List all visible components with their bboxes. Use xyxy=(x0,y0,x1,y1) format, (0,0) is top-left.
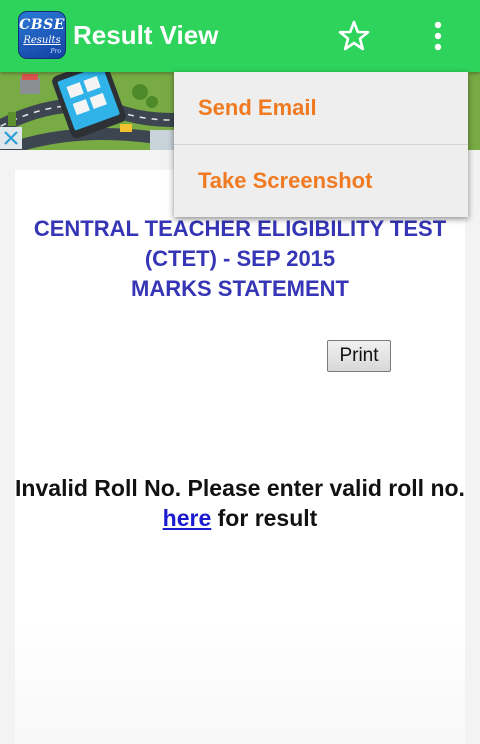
ad-close-button[interactable] xyxy=(0,127,22,149)
app-logo-line1: CBSE xyxy=(19,17,65,33)
action-bar: CBSE Results Pro Result View xyxy=(0,0,480,72)
error-message-suffix: for result xyxy=(217,505,318,531)
error-message-text: Invalid Roll No. Please enter valid roll… xyxy=(15,475,465,501)
menu-item-send-email[interactable]: Send Email xyxy=(174,72,468,144)
menu-item-take-screenshot[interactable]: Take Screenshot xyxy=(174,145,468,217)
favorite-button[interactable] xyxy=(336,18,372,54)
page-heading: CENTRAL TEACHER ELIGIBILITY TEST (CTET) … xyxy=(15,214,465,304)
app-logo-icon: CBSE Results Pro xyxy=(18,11,66,59)
error-message: Invalid Roll No. Please enter valid roll… xyxy=(15,473,465,533)
close-icon xyxy=(4,131,18,145)
app-logo-line3: Pro xyxy=(50,48,61,55)
overflow-menu-button[interactable] xyxy=(424,18,452,54)
overflow-menu-popup: Send Email Take Screenshot xyxy=(174,72,468,217)
star-outline-icon xyxy=(338,20,370,51)
result-link[interactable]: here xyxy=(163,505,212,531)
result-page: CENTRAL TEACHER ELIGIBILITY TEST (CTET) … xyxy=(15,170,465,744)
more-vert-icon xyxy=(434,21,442,51)
heading-line1: CENTRAL TEACHER ELIGIBILITY TEST xyxy=(33,216,447,241)
app-title: Result View xyxy=(73,20,219,50)
print-button[interactable]: Print xyxy=(327,340,391,372)
heading-line3: MARKS STATEMENT xyxy=(131,276,349,301)
app-logo-line2: Results xyxy=(23,35,61,46)
heading-line2: (CTET) - SEP 2015 xyxy=(144,246,336,271)
